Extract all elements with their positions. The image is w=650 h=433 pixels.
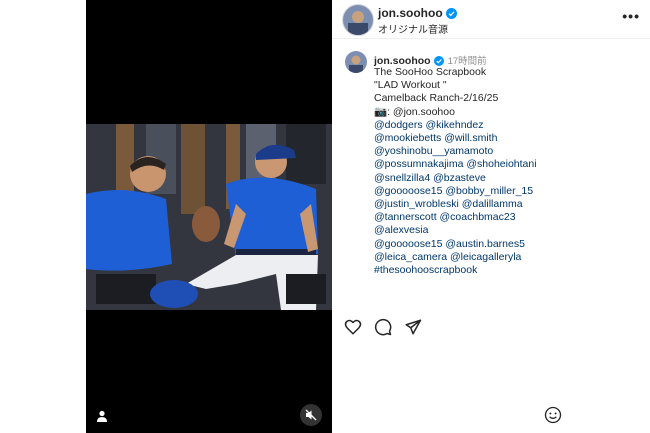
video-frame [86,124,332,310]
user-icon[interactable] [95,409,109,423]
caption-line: "LAD Workout " [374,79,447,92]
caption-mentions[interactable]: @dodgers @kikehndez [374,119,644,132]
caption-line: Camelback Ranch-2/16/25 [374,92,499,105]
speaker-muted-icon[interactable] [300,404,322,426]
caption-mentions[interactable]: @snellzilla4 @bzasteve [374,172,644,185]
comment-icon[interactable] [374,318,392,336]
header-username[interactable]: jon.soohoo [378,6,457,20]
caption-avatar[interactable] [345,51,367,73]
caption-mentions[interactable]: @gooooose15 @bobby_miller_15 [374,185,644,198]
audio-label[interactable]: オリジナル音源 [378,21,448,36]
verified-badge-icon [445,8,457,19]
avatar[interactable] [342,4,374,36]
heart-icon[interactable] [344,318,362,336]
players-photo [86,124,332,310]
emoji-icon[interactable] [544,406,562,424]
caption-mentions[interactable]: @possumnakajima @shoheiohtani [374,158,644,171]
caption-mentions[interactable]: @tannerscott @coachbmac23 [374,211,644,224]
caption-author: jon.soohoo 17時間前 [374,53,487,67]
post-panel: jon.soohoo オリジナル音源 ••• jon.soohoo 17時間前 T… [332,0,650,433]
caption-mentions[interactable]: @leica_camera @leicagalleryla [374,251,644,264]
caption-mentions[interactable]: @mookiebetts @will.smith [374,132,644,145]
caption-mentions[interactable]: @gooooose15 @austin.barnes5 [374,238,644,251]
verified-badge-icon [433,56,444,66]
more-options-icon[interactable]: ••• [622,8,640,24]
caption-mentions[interactable]: @alexvesia [374,224,644,237]
caption-line[interactable]: 📷: @jon.soohoo [374,106,644,119]
post-caption: The SooHoo Scrapbook "LAD Workout " Came… [374,66,644,277]
post-header: jon.soohoo オリジナル音源 ••• [332,0,650,39]
action-bar [344,318,422,338]
caption-hashtag[interactable]: #thesoohooscrapbook [374,264,644,277]
video-player[interactable] [86,0,332,433]
caption-mentions[interactable]: @yoshinobu__yamamoto [374,145,644,158]
send-icon[interactable] [404,318,422,336]
caption-mentions[interactable]: @justin_wrobleski @dalillamma [374,198,644,211]
caption-line: The SooHoo Scrapbook [374,66,487,78]
